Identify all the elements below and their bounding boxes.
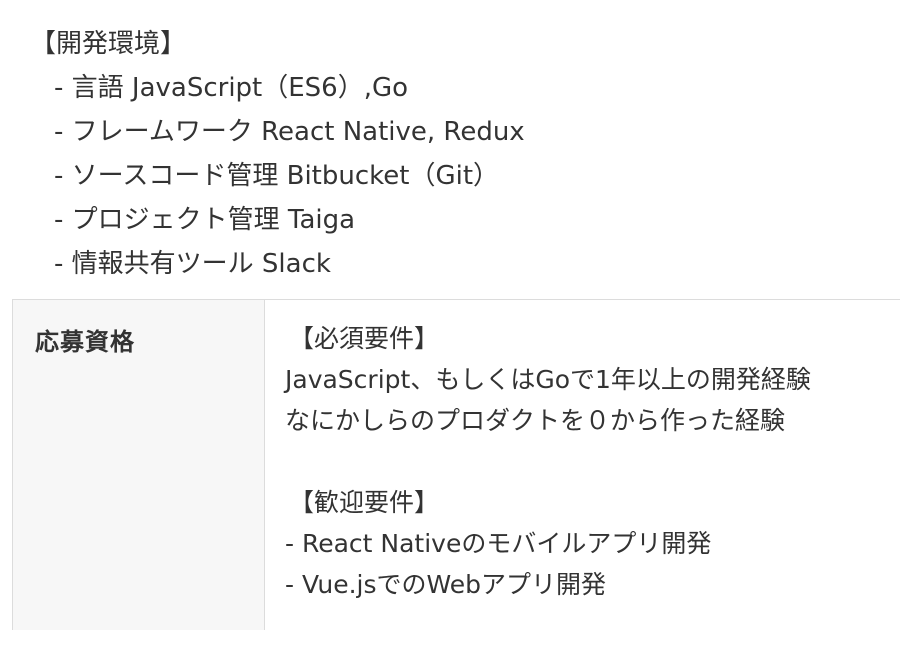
required-item: JavaScript、もしくはGoで1年以上の開発経験 [285, 365, 811, 394]
list-item-language: - 言語 JavaScript（ES6）,Go [54, 73, 409, 103]
list-item-framework: - フレームワーク React Native, Redux [54, 117, 525, 147]
list-item-project-management: - プロジェクト管理 Taiga [54, 205, 356, 235]
dev-environment-heading: 【開発環境】 [30, 29, 187, 59]
welcome-heading: 【歓迎要件】 [289, 488, 440, 517]
qualifications-table: 応募資格 【必須要件】 JavaScript、もしくはGoで1年以上の開発経験 … [12, 299, 900, 630]
dev-environment-list: - 言語 JavaScript（ES6）,Go - フレームワーク React … [32, 66, 525, 286]
qualifications-content-cell: 【必須要件】 JavaScript、もしくはGoで1年以上の開発経験 なにかしら… [265, 300, 900, 630]
list-item-communication-tool: - 情報共有ツール Slack [54, 249, 331, 279]
dev-environment-section: 【開発環境】 - 言語 JavaScript（ES6）,Go - フレームワーク… [30, 22, 525, 286]
welcome-item: - Vue.jsでのWebアプリ開発 [285, 570, 607, 599]
required-heading: 【必須要件】 [289, 324, 440, 353]
qualifications-label-cell: 応募資格 [13, 300, 265, 630]
list-item-source-control: - ソースコード管理 Bitbucket（Git） [54, 161, 500, 191]
qualifications-label: 応募資格 [35, 328, 135, 356]
required-item: なにかしらのプロダクトを０から作った経験 [285, 406, 786, 435]
welcome-item: - React Nativeのモバイルアプリ開発 [285, 529, 712, 558]
